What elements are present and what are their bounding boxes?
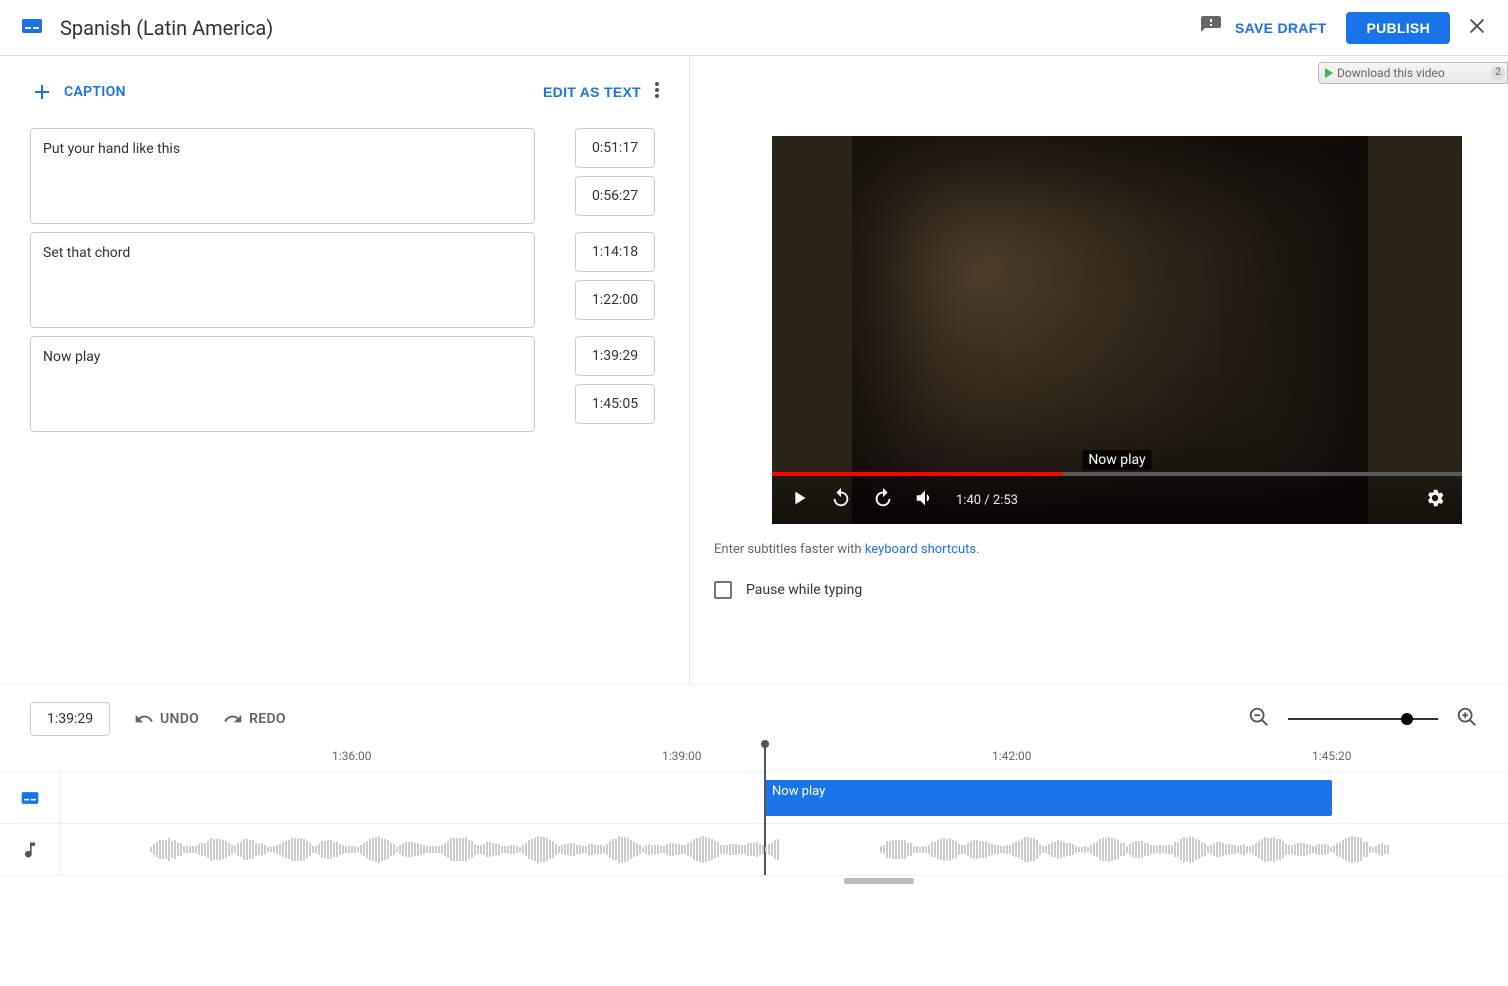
zoom-slider[interactable]: [1288, 718, 1438, 720]
timeline-ruler[interactable]: 1:36:00 1:39:00 1:42:00 1:45:20: [6, 741, 1508, 771]
zoom-out-icon[interactable]: [1248, 706, 1270, 732]
redo-button[interactable]: REDO: [223, 709, 286, 729]
subtitles-icon: [20, 14, 44, 42]
caption-end-input[interactable]: [575, 176, 655, 216]
plus-icon: [30, 80, 54, 104]
timeline-scrollbar[interactable]: [0, 876, 1508, 886]
add-caption-button[interactable]: CAPTION: [30, 80, 126, 104]
play-icon: [1325, 68, 1333, 78]
caption-row: [30, 336, 659, 432]
caption-start-input[interactable]: [575, 128, 655, 168]
header: Spanish (Latin America) SAVE DRAFT PUBLI…: [0, 0, 1508, 56]
caption-text-input[interactable]: [30, 232, 535, 328]
caption-block[interactable]: Now play: [764, 780, 1332, 816]
download-video-badge[interactable]: Download this video 2: [1318, 62, 1508, 84]
pause-while-typing-checkbox[interactable]: [714, 581, 732, 599]
pause-while-typing-row: Pause while typing: [714, 581, 1488, 599]
shortcut-hint: Enter subtitles faster with keyboard sho…: [714, 542, 1488, 557]
main-split: CAPTION EDIT AS TEXT: [0, 56, 1508, 684]
caption-toolbar: CAPTION EDIT AS TEXT: [30, 76, 659, 108]
feedback-icon[interactable]: [1199, 14, 1223, 42]
play-button[interactable]: [788, 487, 810, 513]
timeline-toolbar: 1:39:29 UNDO REDO: [0, 697, 1508, 741]
volume-icon[interactable]: [914, 487, 936, 513]
audio-track[interactable]: [0, 824, 1508, 876]
caption-text-input[interactable]: [30, 128, 535, 224]
undo-button[interactable]: UNDO: [134, 709, 199, 729]
ruler-tick: 1:42:00: [992, 749, 1032, 763]
caption-end-input[interactable]: [575, 280, 655, 320]
timeline-tracks: Now play: [0, 771, 1508, 876]
caption-text-input[interactable]: [30, 336, 535, 432]
caption-track-icon: [0, 772, 60, 823]
download-count: 2: [1491, 66, 1505, 80]
caption-overlay: Now play: [1082, 450, 1151, 470]
download-label: Download this video: [1337, 66, 1445, 80]
caption-row: [30, 128, 659, 224]
preview-pane: Download this video 2 Now play 1:40 / 2:…: [690, 56, 1508, 684]
audio-track-icon: [0, 824, 60, 875]
video-time: 1:40 / 2:53: [956, 493, 1018, 508]
caption-row: [30, 232, 659, 328]
zoom-in-icon[interactable]: [1456, 706, 1478, 732]
close-icon[interactable]: [1466, 15, 1488, 41]
edit-as-text-button[interactable]: EDIT AS TEXT: [531, 76, 641, 108]
pause-while-typing-label: Pause while typing: [746, 582, 862, 598]
waveform: [150, 836, 810, 864]
ruler-tick: 1:45:20: [1312, 749, 1352, 763]
replay-icon[interactable]: [830, 487, 852, 513]
caption-start-input[interactable]: [575, 336, 655, 376]
caption-start-input[interactable]: [575, 232, 655, 272]
caption-end-input[interactable]: [575, 384, 655, 424]
video-player[interactable]: Now play 1:40 / 2:53: [772, 136, 1462, 524]
ruler-tick: 1:36:00: [332, 749, 372, 763]
more-icon[interactable]: [641, 82, 659, 102]
publish-button[interactable]: PUBLISH: [1346, 12, 1450, 44]
ruler-tick: 1:39:00: [662, 749, 702, 763]
page-title: Spanish (Latin America): [60, 16, 273, 40]
add-caption-label: CAPTION: [64, 84, 126, 100]
timeline-panel: 1:39:29 UNDO REDO 1:36:00 1:39:00 1:42:0…: [0, 684, 1508, 984]
keyboard-shortcuts-link[interactable]: keyboard shortcuts: [865, 542, 976, 557]
caption-editor-pane: CAPTION EDIT AS TEXT: [0, 56, 690, 684]
timeline-current-time[interactable]: 1:39:29: [30, 702, 110, 736]
save-draft-button[interactable]: SAVE DRAFT: [1223, 12, 1338, 44]
forward-icon[interactable]: [872, 487, 894, 513]
settings-icon[interactable]: [1424, 487, 1446, 513]
waveform: [880, 836, 1420, 864]
timeline-zoom: [1248, 706, 1478, 732]
video-controls: 1:40 / 2:53: [772, 476, 1462, 524]
caption-track[interactable]: Now play: [0, 772, 1508, 824]
